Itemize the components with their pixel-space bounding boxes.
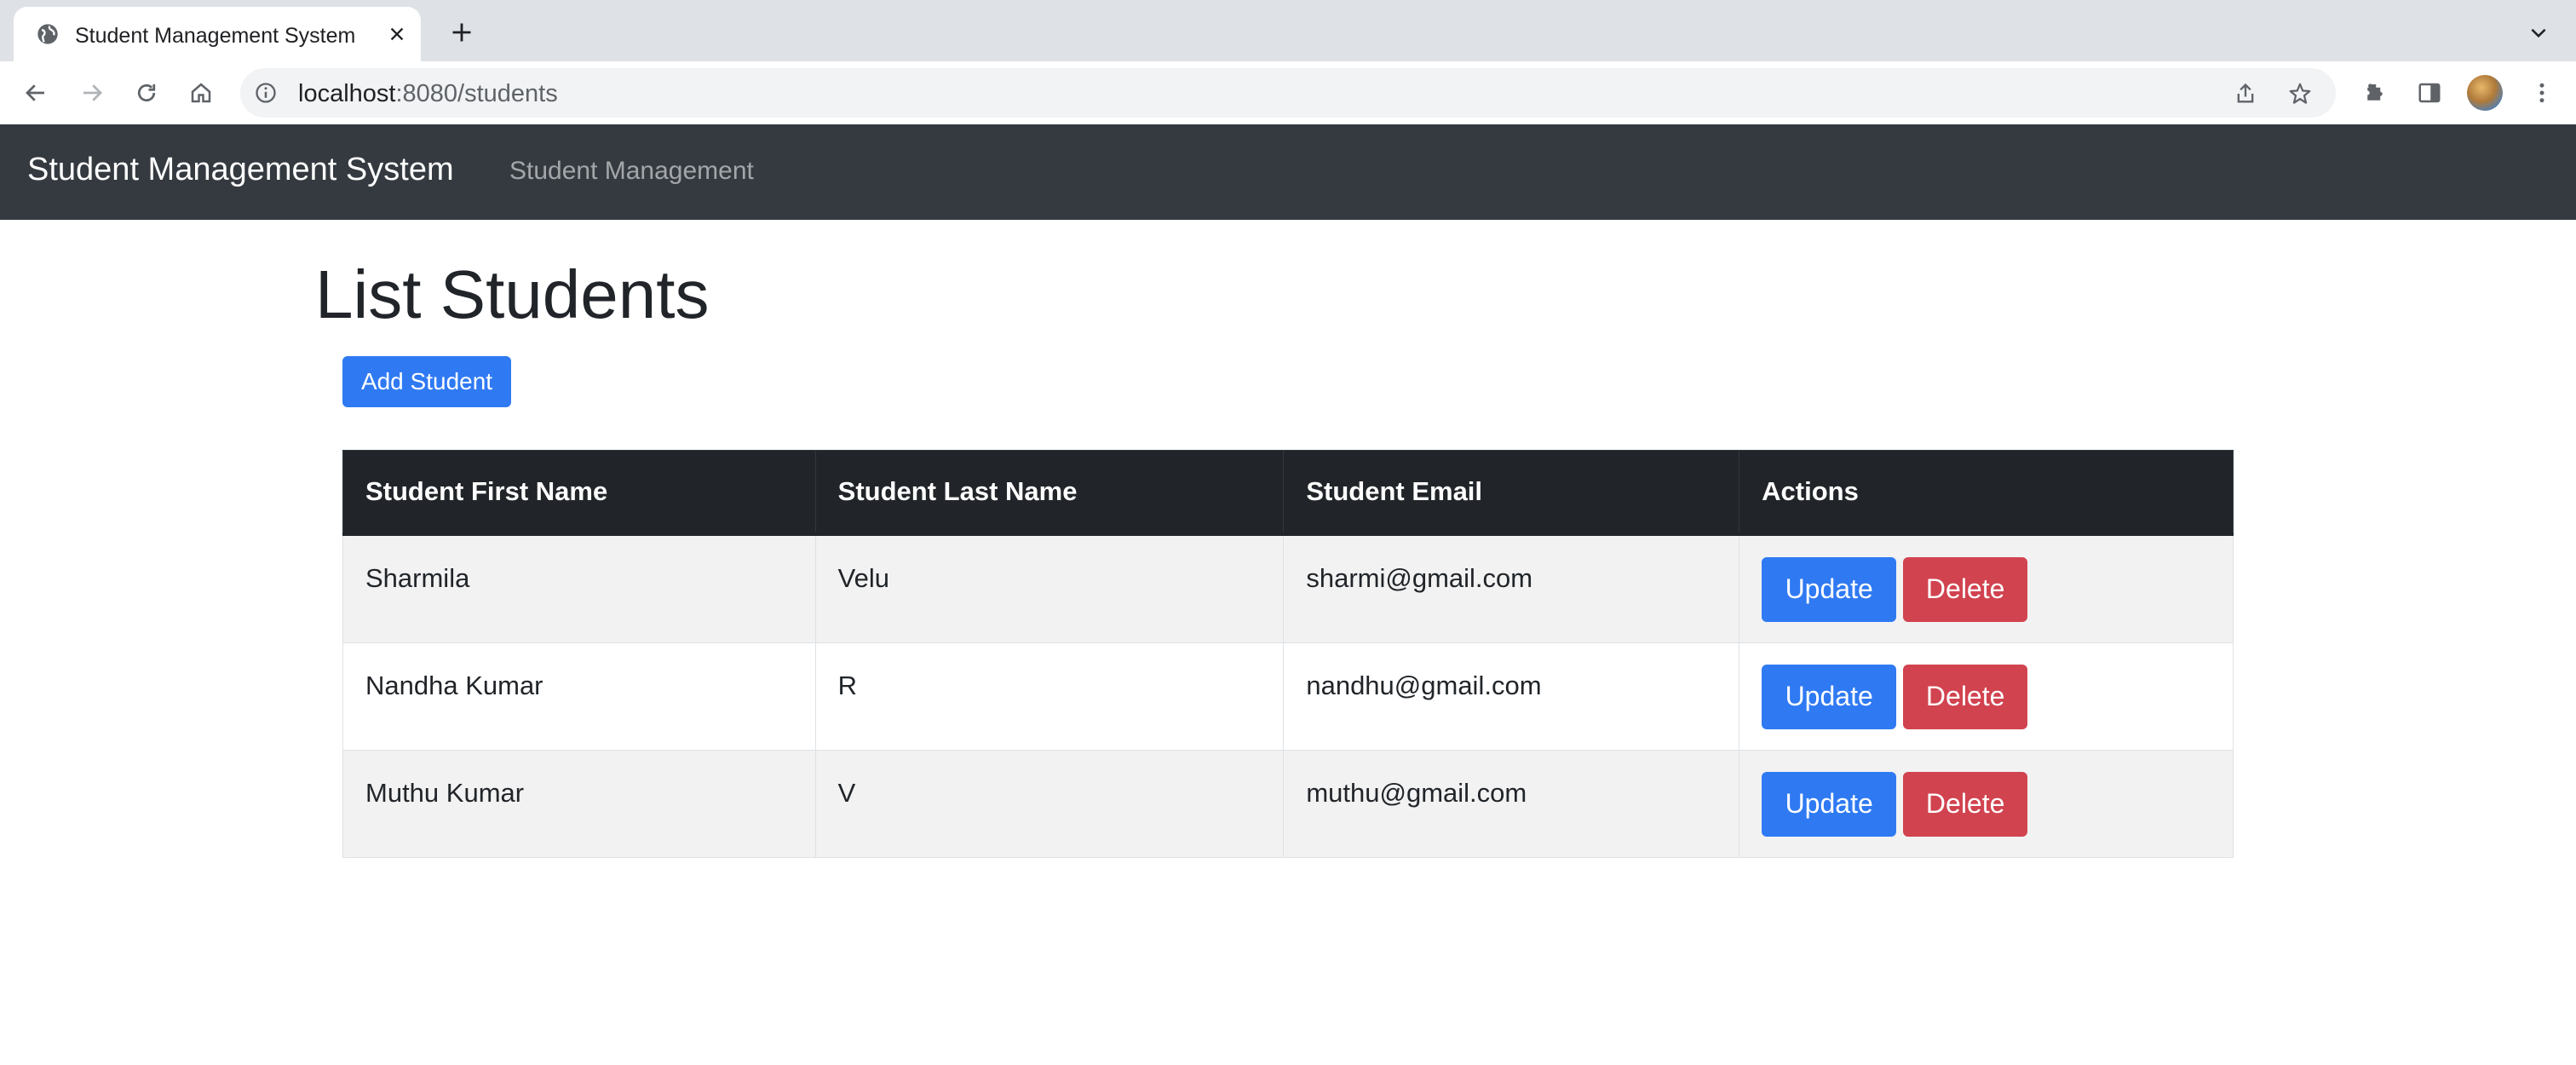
delete-button[interactable]: Delete [1903, 664, 2028, 729]
navbar-brand[interactable]: Student Management System [27, 152, 454, 188]
nav-link-student-management[interactable]: Student Management [509, 157, 754, 186]
update-button[interactable]: Update [1762, 771, 1897, 837]
home-icon[interactable] [184, 76, 218, 110]
url-host: localhost [298, 80, 396, 107]
reload-icon[interactable] [129, 76, 164, 110]
table-header: Student First Name Student Last Name Stu… [342, 450, 2234, 536]
cell-last-name: R [814, 642, 1285, 751]
table-row: Nandha Kumar R nandhu@gmail.com Update D… [342, 642, 2234, 751]
header-email: Student Email [1283, 450, 1740, 536]
browser-toolbar: localhost:8080/students [0, 61, 2576, 125]
table-row: Sharmila Velu sharmi@gmail.com Update De… [342, 533, 2234, 643]
cell-email: sharmi@gmail.com [1283, 533, 1740, 643]
cell-first-name: Muthu Kumar [342, 750, 816, 858]
back-arrow-icon[interactable] [19, 76, 53, 110]
cell-first-name: Nandha Kumar [342, 642, 816, 751]
page-title: List Students [315, 256, 710, 332]
side-panel-icon[interactable] [2412, 76, 2447, 110]
header-actions: Actions [1739, 450, 2234, 536]
avatar[interactable] [2467, 75, 2503, 111]
cell-last-name: Velu [814, 533, 1285, 643]
cell-last-name: V [814, 750, 1285, 858]
info-icon[interactable] [254, 81, 278, 105]
star-icon[interactable] [2283, 77, 2317, 111]
browser-tabstrip: Student Management System [0, 0, 2576, 61]
app-navbar: Student Management System Student Manage… [0, 124, 2576, 220]
cell-actions: Update Delete [1739, 642, 2234, 751]
cell-actions: Update Delete [1739, 533, 2234, 643]
delete-button[interactable]: Delete [1903, 556, 2028, 622]
url-path: :8080/students [395, 80, 558, 107]
cell-email: nandhu@gmail.com [1283, 642, 1740, 751]
share-icon[interactable] [2228, 77, 2263, 111]
cell-actions: Update Delete [1739, 750, 2234, 858]
browser-tab[interactable]: Student Management System [14, 7, 421, 61]
puzzle-icon[interactable] [2358, 76, 2392, 110]
globe-icon [36, 22, 60, 46]
tab-title: Student Management System [75, 24, 356, 48]
close-icon[interactable] [383, 20, 411, 48]
header-first-name: Student First Name [342, 450, 816, 536]
update-button[interactable]: Update [1762, 556, 1897, 622]
students-table: Student First Name Student Last Name Stu… [342, 450, 2234, 858]
url-text: localhost:8080/students [298, 80, 558, 108]
plus-icon[interactable] [445, 15, 479, 49]
cell-first-name: Sharmila [342, 533, 816, 643]
header-last-name: Student Last Name [814, 450, 1285, 536]
kebab-menu-icon[interactable] [2525, 76, 2559, 110]
cell-email: muthu@gmail.com [1283, 750, 1740, 858]
table-row: Muthu Kumar V muthu@gmail.com Update Del… [342, 750, 2234, 858]
address-bar[interactable]: localhost:8080/students [240, 68, 2336, 118]
delete-button[interactable]: Delete [1903, 771, 2028, 837]
update-button[interactable]: Update [1762, 664, 1897, 729]
forward-arrow-icon[interactable] [75, 76, 109, 110]
add-student-button[interactable]: Add Student [342, 356, 511, 407]
chevron-down-icon[interactable] [2521, 15, 2556, 49]
